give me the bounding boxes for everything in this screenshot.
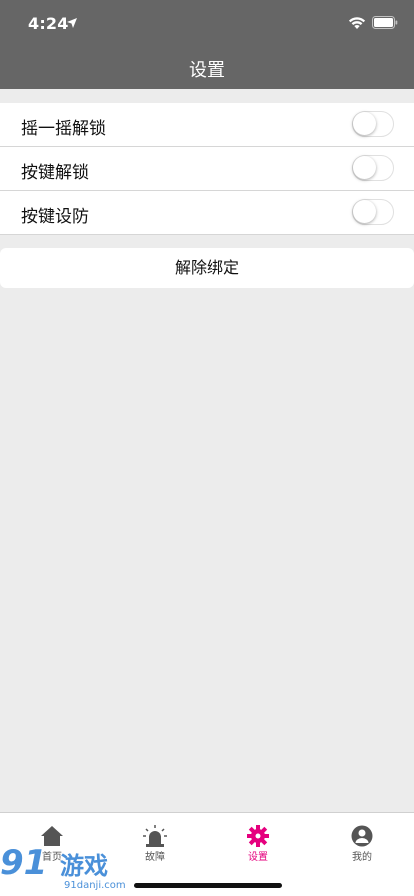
unbind-button[interactable]: 解除绑定 (0, 248, 414, 288)
location-arrow-icon (67, 18, 77, 28)
header: 4:24 设置 (0, 0, 414, 89)
toggle-knob (353, 200, 376, 223)
home-indicator (134, 883, 282, 888)
gear-icon (247, 825, 269, 847)
user-icon (351, 825, 373, 847)
button-arm-toggle[interactable] (352, 199, 394, 225)
svg-text:91danji.com: 91danji.com (64, 880, 126, 891)
tab-label: 设置 (248, 852, 268, 863)
setting-row-button-unlock: 按键解锁 (0, 147, 414, 191)
setting-label: 摇一摇解锁 (21, 119, 106, 139)
screen: 4:24 设置 摇一摇解锁 按键解锁 按键设防 解除绑定 首页 故障 设置 我的… (0, 0, 414, 896)
shake-unlock-toggle[interactable] (352, 111, 394, 137)
tab-label: 我的 (352, 852, 372, 863)
tab-settings[interactable]: 设置 (228, 825, 288, 865)
watermark-logo: 91 游戏 91danji.com (0, 842, 126, 891)
button-unlock-toggle[interactable] (352, 155, 394, 181)
setting-row-shake-unlock: 摇一摇解锁 (0, 103, 414, 147)
setting-row-button-arm: 按键设防 (0, 191, 414, 235)
setting-label: 按键设防 (21, 207, 89, 227)
svg-text:91: 91 (0, 843, 47, 883)
tab-profile[interactable]: 我的 (332, 825, 392, 865)
settings-list: 摇一摇解锁 按键解锁 按键设防 (0, 103, 414, 235)
page-title: 设置 (189, 60, 225, 81)
toggle-knob (353, 112, 376, 135)
alarm-icon (143, 825, 167, 847)
setting-label: 按键解锁 (21, 163, 89, 183)
battery-icon (372, 16, 398, 29)
toggle-knob (353, 156, 376, 179)
wifi-icon (348, 17, 366, 29)
status-bar: 4:24 (0, 0, 414, 46)
status-time: 4:24 (28, 14, 69, 33)
svg-text:游戏: 游戏 (60, 852, 108, 880)
